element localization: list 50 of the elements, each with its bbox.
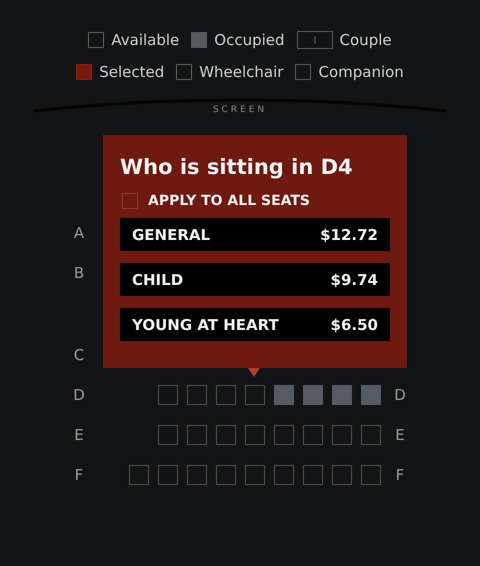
seat[interactable]	[303, 465, 323, 485]
apply-all-checkbox[interactable]: APPLY TO ALL SEATS	[120, 193, 390, 209]
legend-label: Couple	[340, 31, 392, 49]
seat[interactable]	[303, 425, 323, 445]
seat[interactable]	[361, 425, 381, 445]
seat[interactable]	[158, 465, 178, 485]
screen-label: SCREEN	[212, 105, 268, 115]
seat[interactable]	[332, 465, 352, 485]
row-label: B	[74, 264, 84, 282]
row-label: D	[73, 386, 85, 404]
seat[interactable]	[245, 385, 265, 405]
row-label: E	[74, 426, 84, 444]
legend-label: Wheelchair	[199, 63, 284, 81]
legend-label: Occupied	[214, 31, 285, 49]
row-label: E	[395, 426, 405, 444]
seat[interactable]	[158, 425, 178, 445]
seat[interactable]	[274, 425, 294, 445]
popup-title: Who is sitting in D4	[120, 154, 354, 181]
companion-swatch	[295, 64, 312, 80]
popup-pointer-icon	[248, 368, 260, 377]
seat[interactable]	[361, 465, 381, 485]
selected-swatch	[76, 64, 92, 80]
couple-swatch	[296, 31, 333, 49]
ticket-option-button[interactable]: GENERAL $12.72	[120, 218, 390, 251]
seat[interactable]	[216, 465, 236, 485]
seat[interactable]	[245, 465, 265, 485]
legend-label: Companion	[318, 63, 404, 81]
occupied-swatch	[191, 32, 208, 48]
wheelchair-swatch	[176, 64, 192, 80]
seat[interactable]	[187, 425, 207, 445]
checkbox[interactable]	[122, 193, 138, 209]
row-label: F	[396, 466, 404, 484]
legend-label: Selected	[99, 63, 164, 81]
seat[interactable]	[158, 385, 178, 405]
seat[interactable]	[332, 425, 352, 445]
row-label: D	[394, 386, 406, 404]
seat[interactable]	[187, 385, 207, 405]
row-label: A	[74, 224, 84, 242]
ticket-option-button[interactable]: YOUNG AT HEART $6.50	[120, 308, 390, 341]
seat[interactable]	[216, 385, 236, 405]
seat[interactable]	[216, 425, 236, 445]
legend-label: Available	[111, 31, 180, 49]
row-label: C	[74, 346, 84, 364]
seat[interactable]	[187, 465, 207, 485]
seat[interactable]	[245, 425, 265, 445]
ticket-option-button[interactable]: CHILD $9.74	[120, 263, 390, 296]
seat[interactable]	[274, 465, 294, 485]
available-swatch	[88, 32, 104, 48]
seat[interactable]	[129, 465, 149, 485]
row-label: F	[74, 466, 84, 484]
